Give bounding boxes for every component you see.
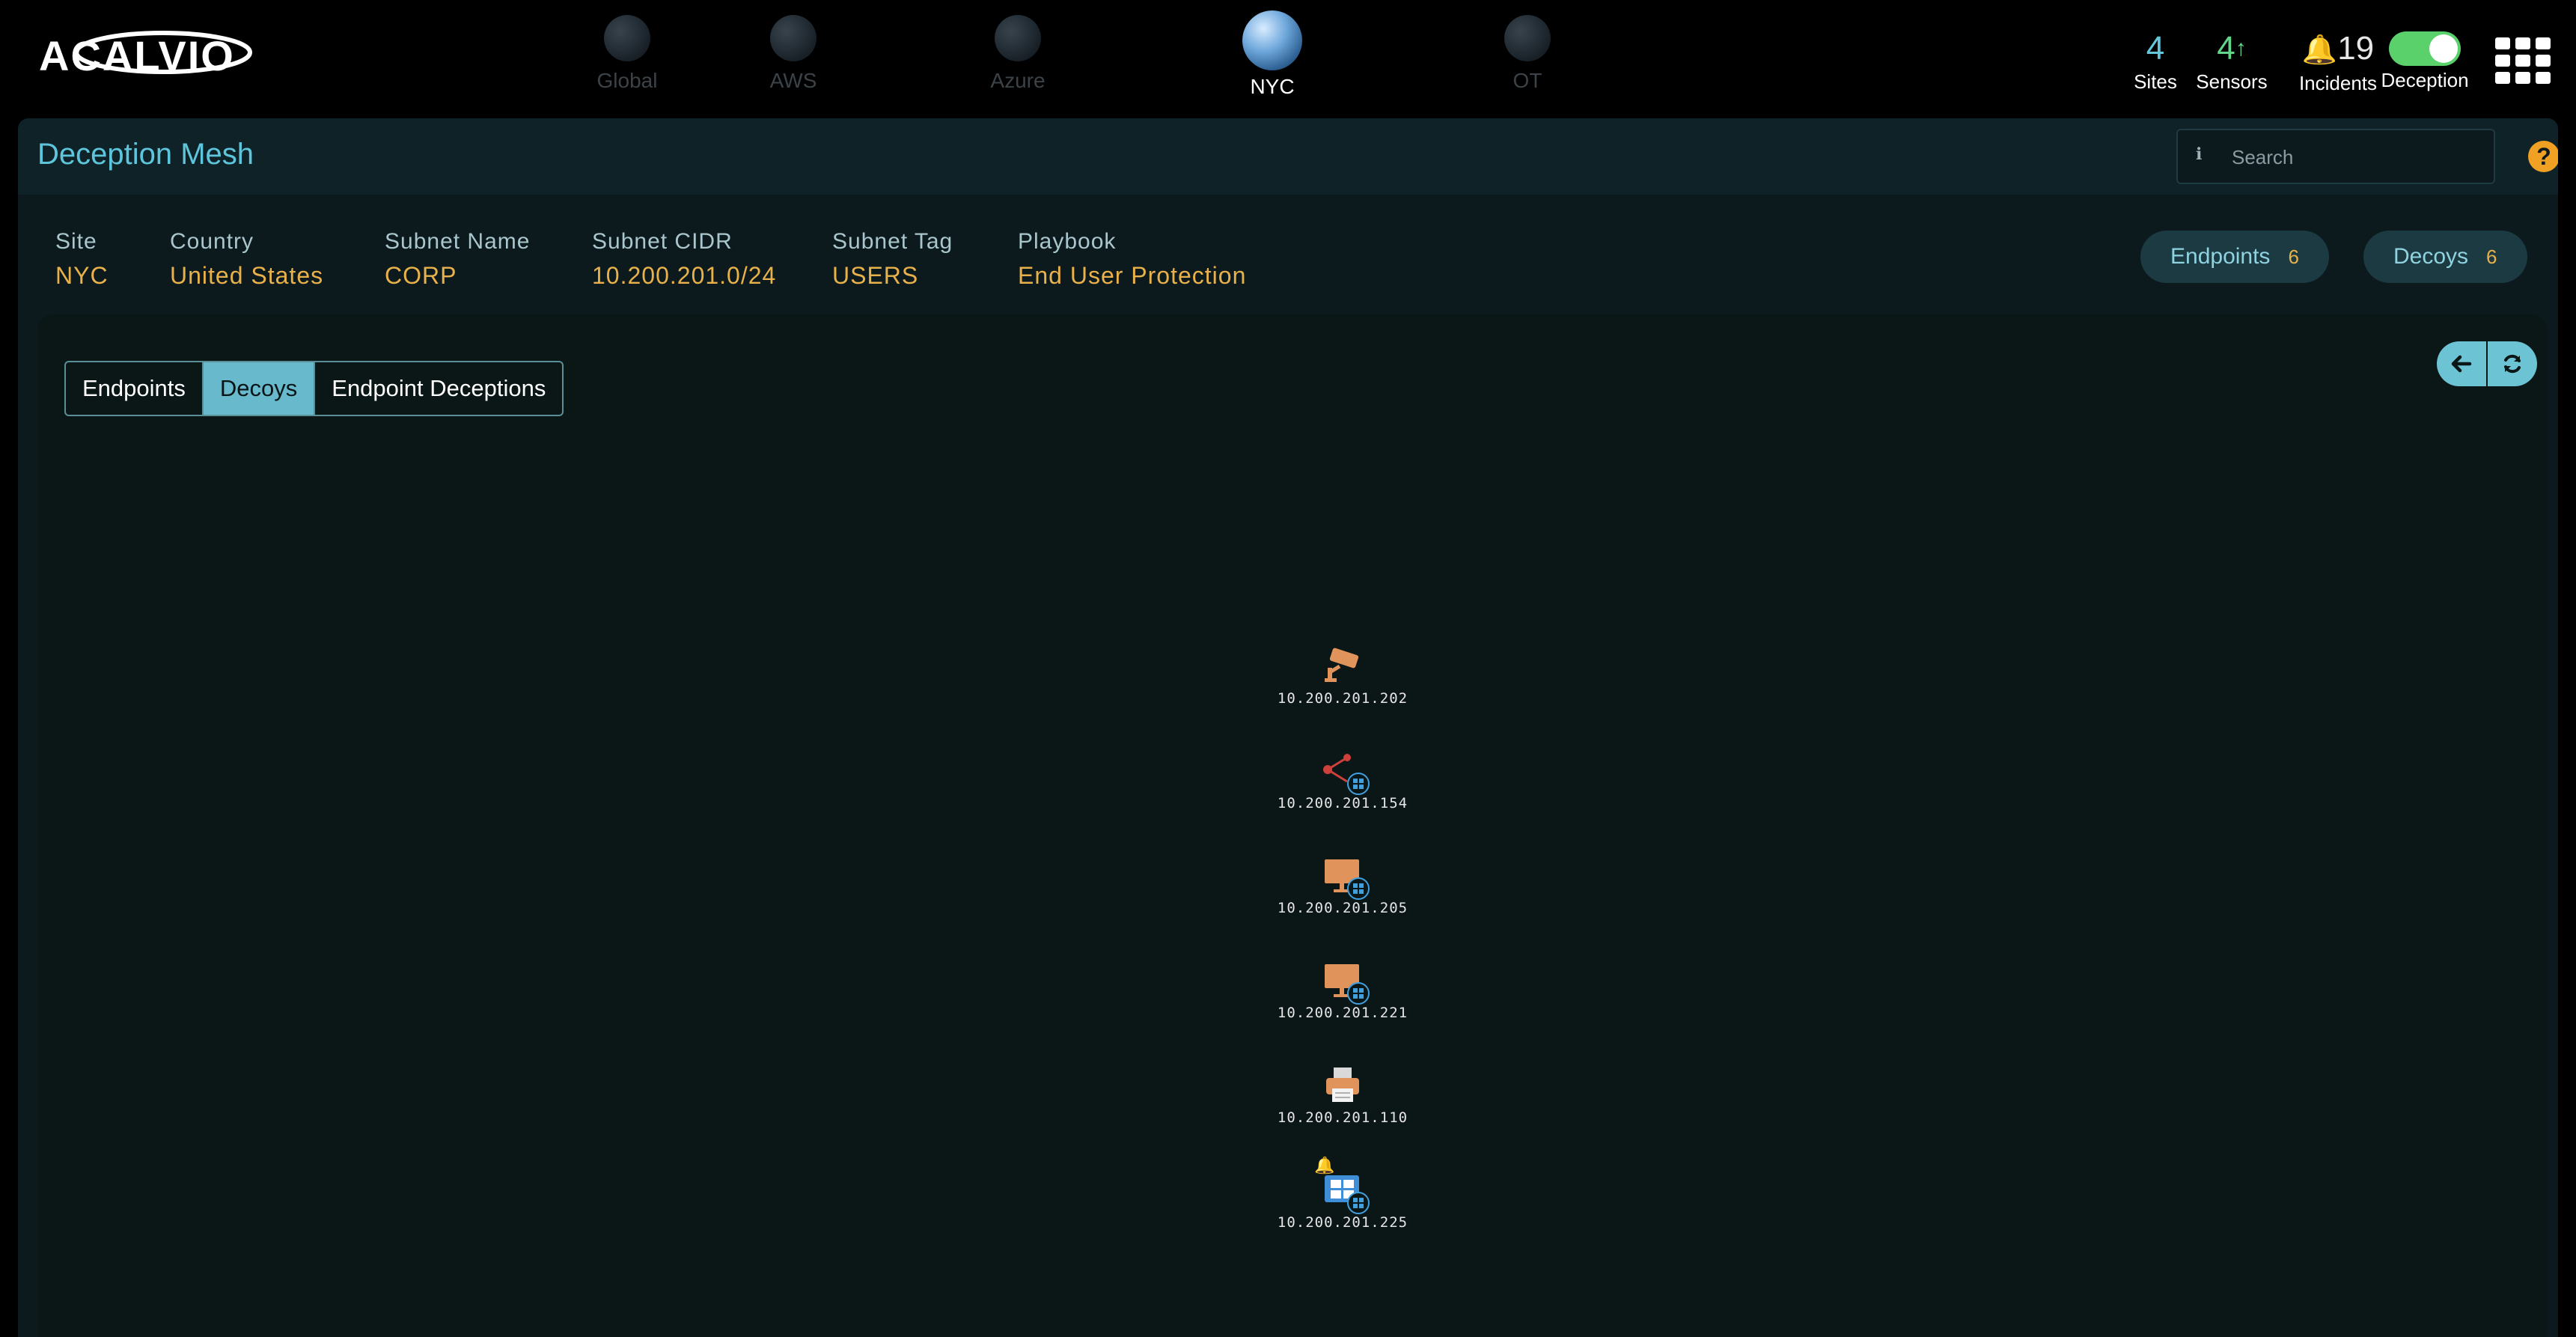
windows-icon [1347,982,1370,1005]
decoy-ip: 10.200.201.205 [1277,900,1408,916]
sites-count: 4 [2146,30,2165,67]
windows-icon [1347,773,1370,795]
info-label: Subnet Name [385,229,531,254]
info-label: Country [170,229,254,254]
tab-endpoint-deceptions[interactable]: Endpoint Deceptions [315,362,562,415]
site-tab-aws[interactable]: AWS [726,10,861,93]
info-site: Site NYC [55,229,109,290]
mesh-canvas[interactable]: Endpoints Decoys Endpoint Deceptions 10.… [37,314,2548,1337]
alert-bell-icon: 🔔 [1314,1156,1335,1175]
printer-icon [1320,1065,1365,1105]
endpoints-pill-label: Endpoints [2170,244,2271,269]
decoy-node[interactable]: 🔔 10.200.201.225 [1260,1156,1425,1231]
info-label: Playbook [1018,229,1117,254]
deception-label: Deception [2381,69,2469,91]
endpoints-count-button[interactable]: Endpoints 6 [2140,231,2329,283]
page-title: Deception Mesh [37,138,254,171]
info-label: Site [55,229,97,254]
decoy-node[interactable]: 10.200.201.221 [1260,960,1425,1021]
site-tab-label: OT [1513,69,1542,92]
incidents-count: 19 [2337,30,2375,67]
info-label: Subnet CIDR [592,229,733,254]
tab-decoys[interactable]: Decoys [203,362,316,415]
refresh-icon [2504,354,2521,374]
toggle-knob [2429,34,2458,63]
canvas-controls [2437,341,2537,386]
deception-toggle[interactable] [2389,31,2461,66]
info-value: 10.200.201.0/24 [592,262,777,289]
windows-icon [1347,1192,1370,1214]
search-box: ℹ [2176,129,2495,184]
decoy-ip: 10.200.201.221 [1277,1005,1408,1021]
info-icon: ℹ [2196,145,2203,164]
panel-header: Deception Mesh ℹ ? [18,118,2558,195]
globe-icon [770,15,817,61]
info-label: Subnet Tag [832,229,953,254]
info-value: CORP [385,262,457,289]
sites-label: Sites [2134,70,2177,93]
stat-deception: Deception [2380,28,2470,92]
decoys-pill-label: Decoys [2393,244,2469,269]
monitor-icon [1320,960,1370,1005]
site-tab-global[interactable]: Global [560,10,695,93]
windows-server-icon: 🔔 [1314,1156,1370,1214]
back-button[interactable] [2437,341,2488,386]
top-bar: ACALVIO Global AWS Azure NYC OT 4 Sites [0,0,2576,118]
site-tab-label: Azure [990,69,1046,92]
decoys-pill-count: 6 [2486,246,2497,268]
decoy-ip: 10.200.201.110 [1277,1109,1408,1126]
monitor-icon [1320,855,1370,900]
acalvio-logo[interactable]: ACALVIO [36,25,253,79]
globe-icon [995,15,1041,61]
decoy-ip: 10.200.201.154 [1277,795,1408,811]
site-tab-nyc[interactable]: NYC [1205,10,1340,99]
globe-icon [1504,15,1551,61]
site-tab-label: AWS [769,69,817,92]
info-subnet-name: Subnet Name CORP [385,229,530,290]
globe-icon [604,15,650,61]
info-country: Country United States [170,229,323,290]
site-tab-label: NYC [1250,75,1295,98]
decoy-ip: 10.200.201.202 [1277,690,1408,707]
decoy-ip: 10.200.201.225 [1277,1214,1408,1231]
info-value: End User Protection [1018,262,1247,289]
site-tab-label: Global [596,69,658,92]
sensors-count: 4 [2217,30,2235,67]
decoy-node[interactable]: 10.200.201.110 [1260,1065,1425,1126]
sensors-value: 4↑ [2187,28,2277,69]
decoy-node[interactable]: 10.200.201.154 [1260,750,1425,811]
stat-sensors[interactable]: 4↑ Sensors [2187,28,2277,94]
decoys-count-button[interactable]: Decoys 6 [2363,231,2527,283]
info-subnet-cidr: Subnet CIDR 10.200.201.0/24 [592,229,776,290]
tab-endpoints[interactable]: Endpoints [66,362,204,415]
decoy-node[interactable]: 10.200.201.202 [1260,645,1425,707]
view-tabs: Endpoints Decoys Endpoint Deceptions [64,361,564,416]
endpoints-pill-count: 6 [2288,246,2299,268]
refresh-button[interactable] [2488,341,2537,386]
site-tab-azure[interactable]: Azure [950,10,1085,93]
info-subnet-tag: Subnet Tag USERS [832,229,953,290]
info-playbook: Playbook End User Protection [1018,229,1246,290]
stat-sites[interactable]: 4 Sites [2125,28,2185,94]
windows-icon [1347,877,1370,900]
main-panel: Deception Mesh ℹ ? Site NYC Country Unit… [18,118,2558,1337]
decoy-node[interactable]: 10.200.201.205 [1260,855,1425,916]
search-input[interactable] [2230,142,2477,172]
sensors-label: Sensors [2196,70,2268,93]
info-value: United States [170,262,324,289]
network-node-icon [1320,750,1370,795]
bell-icon: 🔔 [2301,34,2338,66]
info-value: NYC [55,262,109,289]
info-value: USERS [832,262,919,289]
globe-icon [1242,10,1302,70]
logo-text: ACALVIO [39,32,235,79]
security-camera-icon [1320,645,1365,686]
site-tab-ot[interactable]: OT [1460,10,1595,93]
apps-menu-icon[interactable] [2495,37,2551,84]
arrow-up-icon: ↑ [2235,36,2247,61]
help-icon[interactable]: ? [2528,141,2558,172]
arrow-left-icon [2451,355,2472,373]
